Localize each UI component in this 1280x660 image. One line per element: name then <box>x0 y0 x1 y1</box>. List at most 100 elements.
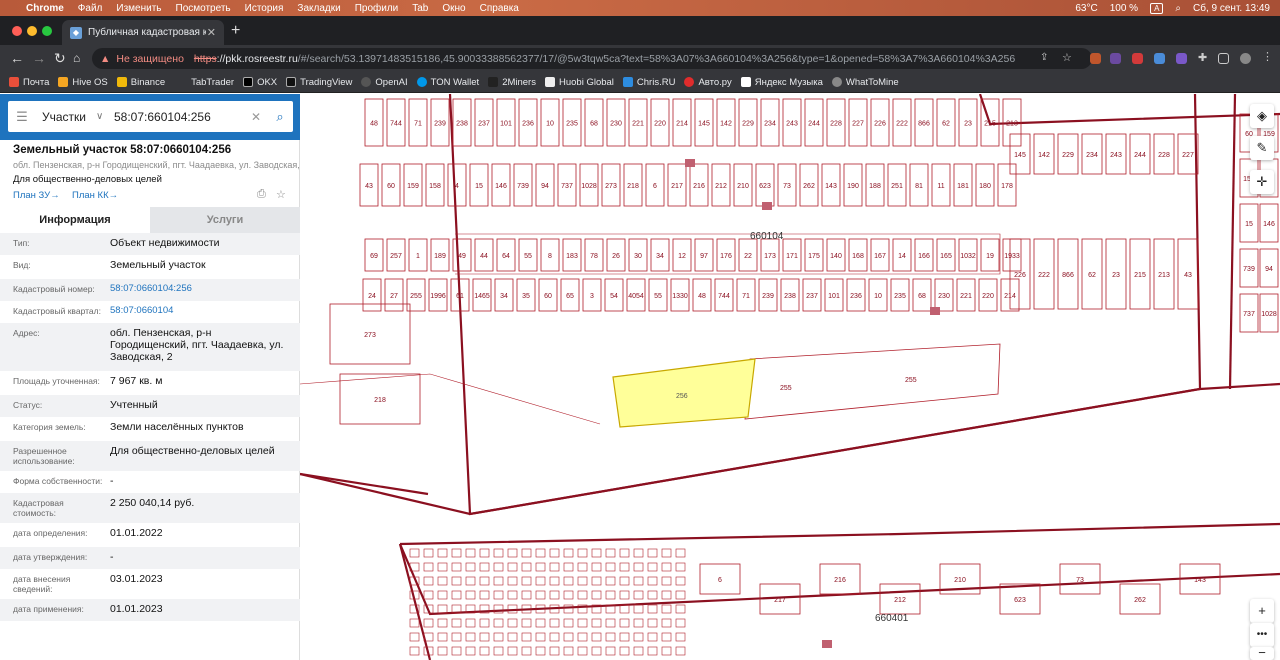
plan-zu-link[interactable]: План ЗУ→ <box>13 190 60 201</box>
url-path: /#/search/53.13971483515186,45.900333885… <box>297 52 1016 65</box>
parcel-number: 226 <box>1014 272 1026 279</box>
property-label: Кадастровая стоимость: <box>13 498 64 518</box>
map-canvas[interactable]: 48 744 71 239 238 237 101 236 10 235 68 230 221 220 21… <box>300 94 1280 660</box>
parcel-outline <box>591 590 602 600</box>
print-icon[interactable]: ⎙ <box>257 188 266 201</box>
profile-avatar[interactable] <box>1240 53 1251 64</box>
menu-app[interactable]: Chrome <box>26 3 64 14</box>
bookmark-whattomine[interactable]: WhatToMine <box>831 77 899 88</box>
layers-icon[interactable]: ◈ <box>1250 104 1274 128</box>
parcel-number: 173 <box>764 253 776 260</box>
bookmark-tonwallet[interactable]: TON Wallet <box>416 77 479 88</box>
extension-icon[interactable] <box>1176 53 1187 64</box>
parcel-outline <box>591 562 602 572</box>
menu-window[interactable]: Окно <box>442 3 465 14</box>
temperature-status[interactable]: 63°C <box>1075 3 1097 14</box>
menu-history[interactable]: История <box>245 3 284 14</box>
parcel-number: 213 <box>1006 121 1018 128</box>
parcel-number: 236 <box>522 121 534 128</box>
bookmark-yandex-music[interactable]: Яндекс Музыка <box>740 77 823 88</box>
zoom-in-button[interactable]: + <box>1250 599 1274 623</box>
reload-icon[interactable]: ↻ <box>54 50 66 66</box>
zoom-out-button[interactable]: − <box>1250 646 1274 660</box>
parcel-outline <box>661 604 672 614</box>
property-label: Адрес: <box>13 328 40 338</box>
parcel-outline <box>409 618 420 628</box>
parcel-outline <box>647 604 658 614</box>
bookmark-autoru[interactable]: Авто.ру <box>684 77 732 88</box>
new-tab-icon[interactable]: + <box>231 23 240 39</box>
search-field[interactable]: ☰ Участки ∨ 58:07:660104:256 ✕ ⌕ <box>8 101 293 132</box>
close-tab-icon[interactable]: ✕ <box>207 26 216 39</box>
menu-view[interactable]: Посмотреть <box>176 3 231 14</box>
zoom-window-button[interactable] <box>42 26 52 36</box>
menu-file[interactable]: Файл <box>78 3 103 14</box>
parcel-outline <box>479 576 490 586</box>
bookmark-tabtrader[interactable]: TabTrader <box>191 77 234 88</box>
clock[interactable]: Сб, 9 сент. 13:49 <box>1193 3 1270 14</box>
extension-icon[interactable] <box>1110 53 1121 64</box>
address-bar[interactable]: ▲ Не защищено https ://pkk.rosreestr.ru … <box>92 48 1092 69</box>
menu-bookmarks[interactable]: Закладки <box>297 3 340 14</box>
bookmark-openai[interactable]: OpenAI <box>361 77 408 88</box>
bookmark-huobi[interactable]: Huobi Global <box>544 77 614 88</box>
parcel-number: 12 <box>678 253 686 260</box>
property-row: Форма собственности: - <box>0 471 300 493</box>
extension-icon[interactable] <box>1132 53 1143 64</box>
menu-edit[interactable]: Изменить <box>116 3 161 14</box>
forward-icon[interactable]: → <box>32 50 46 66</box>
home-icon[interactable]: ⌂ <box>73 50 80 66</box>
back-icon[interactable]: ← <box>10 50 24 66</box>
side-panel-icon[interactable] <box>1218 53 1229 64</box>
chevron-down-icon[interactable]: ∨ <box>96 111 114 122</box>
extension-metamask-icon[interactable] <box>1090 53 1101 64</box>
extensions-puzzle-icon[interactable]: ✚ <box>1198 51 1209 64</box>
close-window-button[interactable] <box>12 26 22 36</box>
bookmark-2miners[interactable]: 2Miners <box>488 77 536 88</box>
minimize-window-button[interactable] <box>27 26 37 36</box>
more-icon[interactable]: ••• <box>1250 623 1274 647</box>
not-secure-label[interactable]: Не защищено <box>116 53 184 65</box>
bookmark-okx[interactable]: OKX <box>243 77 277 88</box>
parcel-outline <box>647 562 658 572</box>
warning-icon[interactable]: ▲ <box>100 53 110 65</box>
cadastral-map[interactable]: 48 744 71 239 238 237 101 236 10 235 68 230 221 220 21… <box>300 94 1280 660</box>
parcel-number: 238 <box>456 121 468 128</box>
favorite-star-icon[interactable]: ☆ <box>276 188 286 201</box>
browser-tabbar: ◆ Публичная кадастровая карта ✕ + <box>0 16 1280 45</box>
extension-translate-icon[interactable] <box>1154 53 1165 64</box>
bookmark-tradingview[interactable]: TradingView <box>286 77 352 88</box>
search-icon[interactable]: ⌕ <box>1175 3 1181 14</box>
parcel-outline <box>563 646 574 656</box>
plan-kk-link[interactable]: План КК→ <box>72 190 118 201</box>
locate-icon[interactable]: ✛ <box>1250 170 1274 194</box>
search-button[interactable]: ⌕ <box>267 109 293 125</box>
share-icon[interactable]: ⇪ <box>1040 52 1051 63</box>
parcel-outline <box>493 646 504 656</box>
bookmark-chrisru[interactable]: Chris.RU <box>622 77 675 88</box>
tab-services[interactable]: Услуги <box>150 207 300 233</box>
parcel-number: 255 <box>780 385 792 392</box>
search-input[interactable]: 58:07:660104:256 <box>114 110 251 124</box>
menu-burger-icon[interactable]: ☰ <box>8 109 36 125</box>
menu-help[interactable]: Справка <box>480 3 519 14</box>
bookmark-mail[interactable]: Почта <box>9 77 49 88</box>
tab-information[interactable]: Информация <box>0 207 150 233</box>
menu-profiles[interactable]: Профили <box>355 3 399 14</box>
parcel-outline <box>451 576 462 586</box>
browser-tab[interactable]: ◆ Публичная кадастровая карта ✕ <box>62 20 224 45</box>
battery-status[interactable]: 100 % <box>1110 3 1138 14</box>
menu-tab[interactable]: Tab <box>412 3 428 14</box>
url-scheme: https <box>193 52 217 65</box>
ruler-icon[interactable]: ✎ <box>1250 136 1274 160</box>
search-mode-select[interactable]: Участки <box>36 110 96 124</box>
property-value-link[interactable]: 58:07:0660104:256 <box>110 283 290 295</box>
bookmark-star-icon[interactable]: ☆ <box>1062 51 1073 64</box>
bookmark-binance[interactable]: Binance <box>116 77 165 88</box>
bookmark-hiveos[interactable]: Hive OS <box>58 77 108 88</box>
menu-dots-icon[interactable]: ⋮ <box>1262 50 1273 63</box>
clear-icon[interactable]: ✕ <box>251 110 267 124</box>
property-value-link[interactable]: 58:07:0660104 <box>110 305 290 317</box>
parcel-outline <box>619 548 630 558</box>
input-language[interactable]: A <box>1150 2 1164 14</box>
